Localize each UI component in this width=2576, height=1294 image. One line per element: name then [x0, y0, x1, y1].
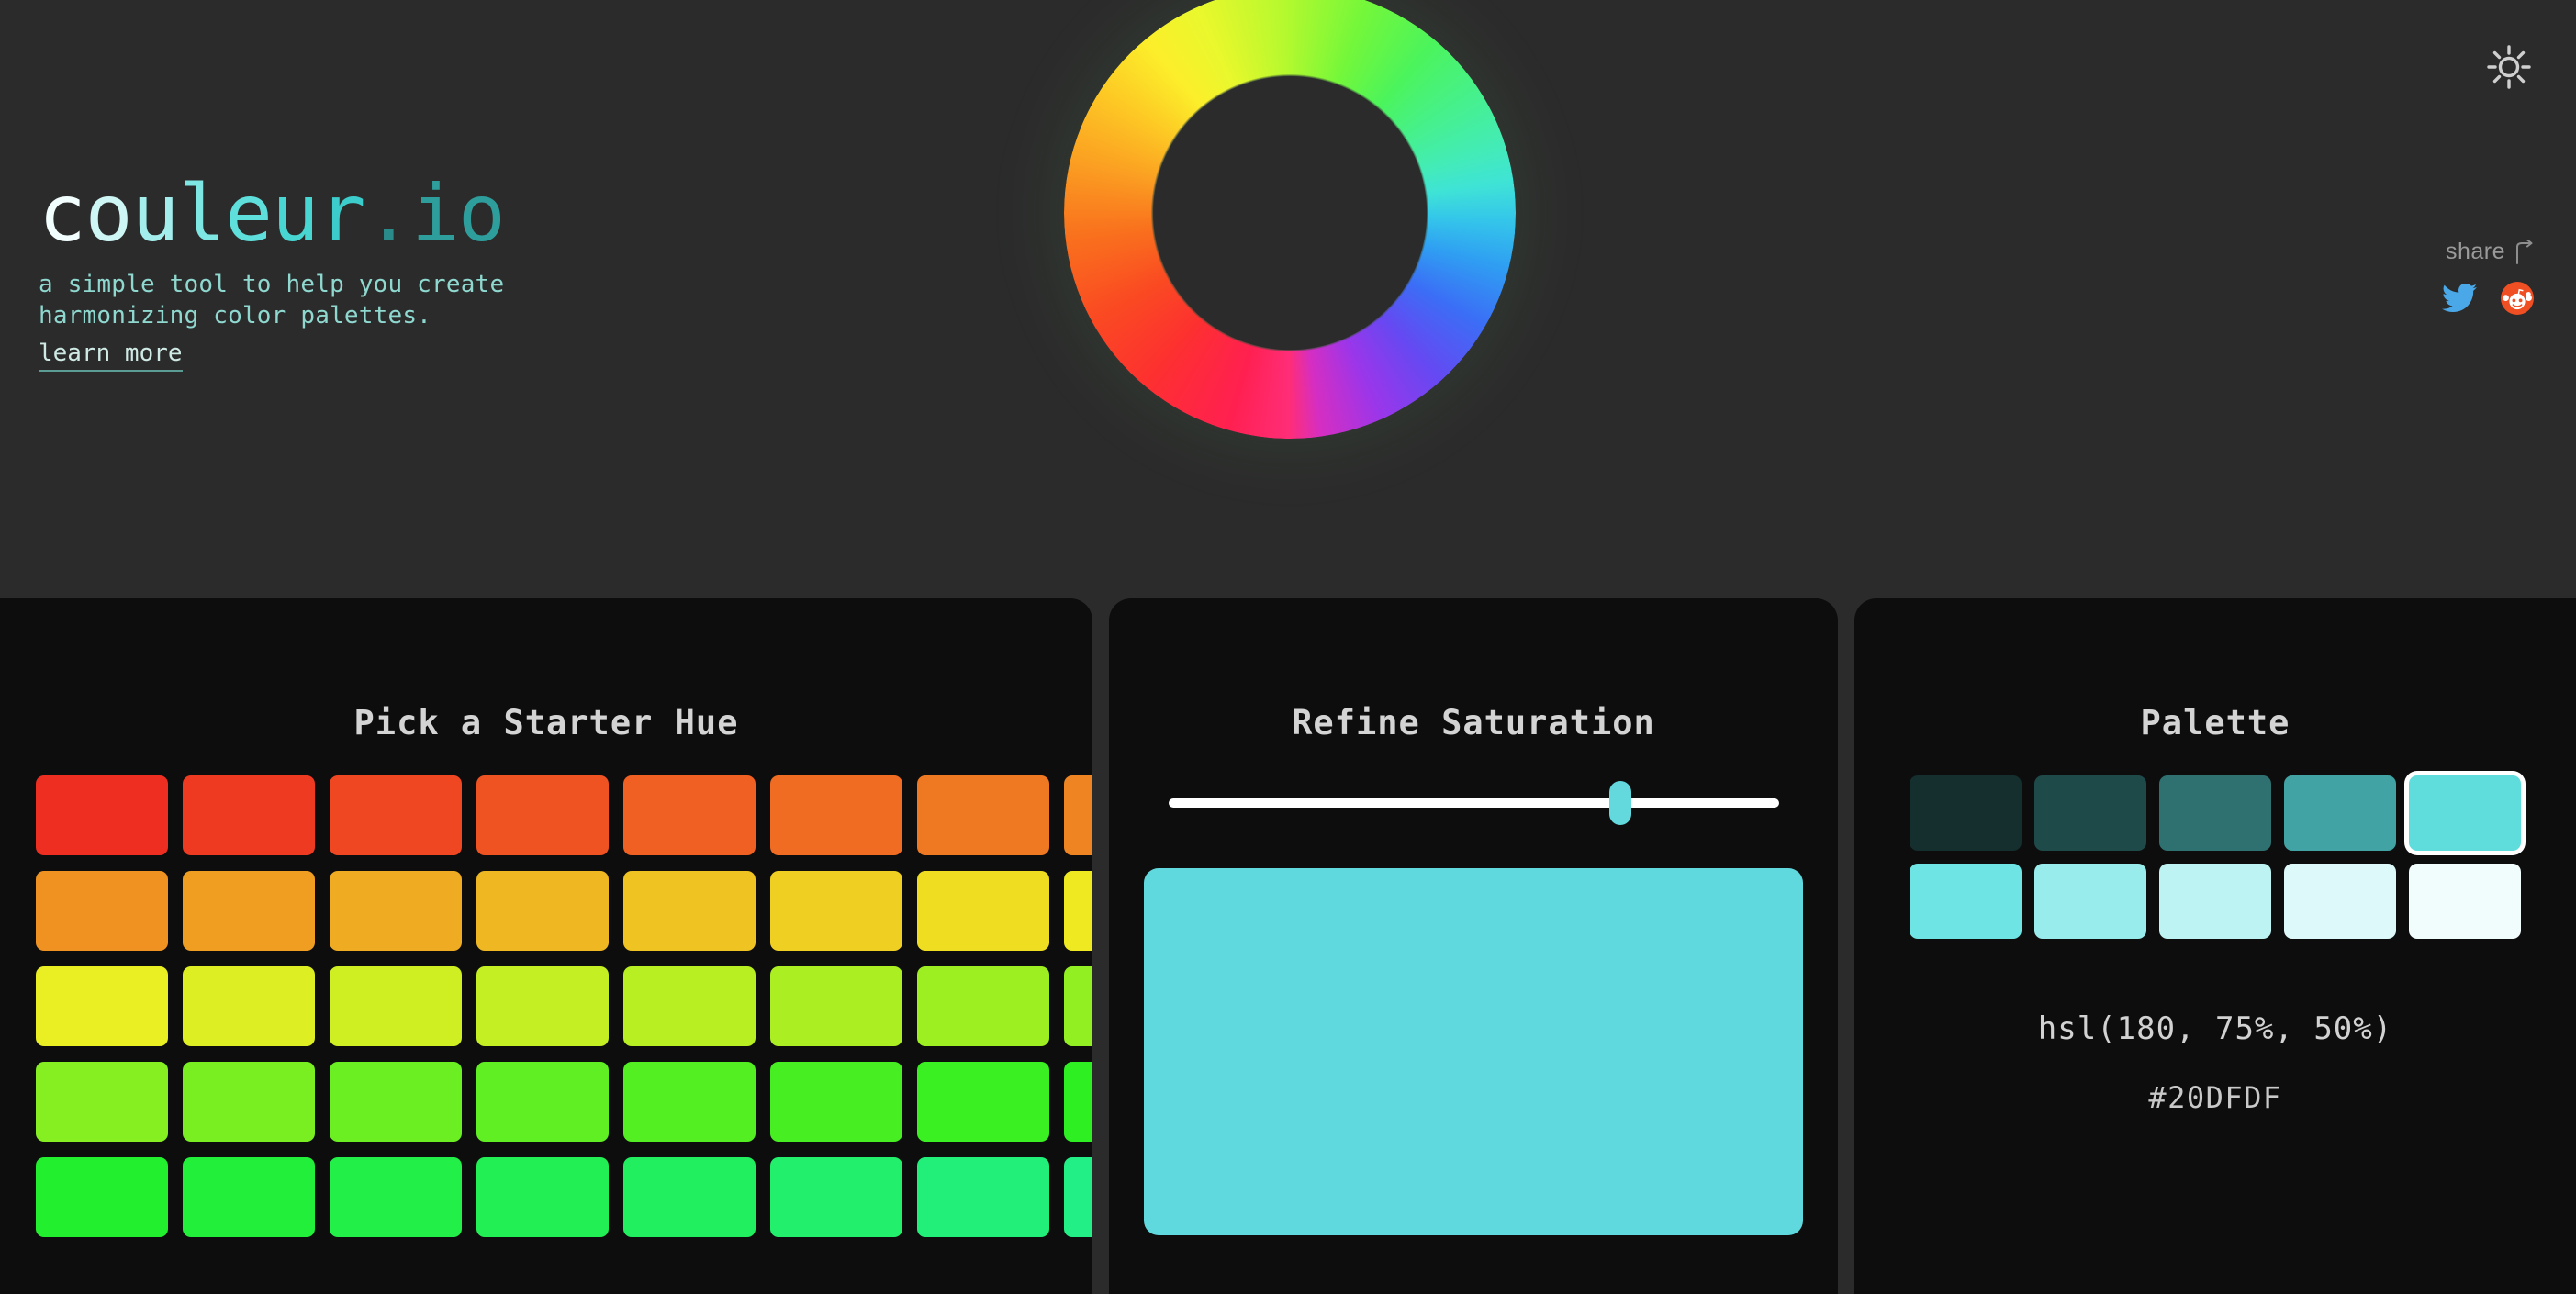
hue-swatch[interactable]: [330, 1157, 462, 1237]
hue-swatch[interactable]: [476, 775, 609, 855]
palette-values: hsl(180, 75%, 50%) #20DFDF: [1854, 1010, 2576, 1115]
hue-swatch[interactable]: [36, 966, 168, 1046]
tagline-line-1: a simple tool to help you create: [39, 271, 505, 298]
panel-palette: Palette hsl(180, 75%, 50%) #20DFDF: [1854, 598, 2576, 1294]
palette-swatch[interactable]: [2284, 864, 2396, 939]
reddit-icon[interactable]: [2501, 282, 2534, 315]
tagline-line-2: harmonizing color palettes.: [39, 302, 432, 330]
panel-refine-saturation: Refine Saturation: [1109, 598, 1838, 1294]
palette-swatch[interactable]: [2034, 864, 2146, 939]
hue-swatch[interactable]: [476, 1157, 609, 1237]
palette-swatch-selected[interactable]: [2409, 775, 2521, 851]
hue-swatch[interactable]: [330, 1062, 462, 1142]
hue-swatch[interactable]: [917, 966, 1049, 1046]
logo-tld: io: [411, 168, 506, 260]
share-label: share: [2445, 239, 2505, 264]
hue-swatch[interactable]: [36, 1062, 168, 1142]
hue-swatch[interactable]: [623, 1062, 756, 1142]
hue-swatch[interactable]: [1064, 1062, 1092, 1142]
hue-swatch[interactable]: [623, 1157, 756, 1237]
hue-swatch[interactable]: [36, 775, 168, 855]
hue-swatch[interactable]: [476, 966, 609, 1046]
panel-pick-starter-hue: Pick a Starter Hue: [0, 598, 1092, 1294]
logo-letter: l: [178, 168, 226, 260]
logo-letter: r: [318, 168, 366, 260]
share-arrow-icon: [2514, 240, 2536, 264]
palette-swatch[interactable]: [2409, 864, 2521, 939]
palette-swatch[interactable]: [2284, 775, 2396, 851]
color-wheel-center: [1153, 76, 1427, 350]
hue-swatch[interactable]: [183, 871, 315, 951]
share-block: share: [2315, 239, 2536, 315]
hue-swatch[interactable]: [476, 1062, 609, 1142]
palette-panel-title: Palette: [2140, 703, 2290, 742]
hue-swatch[interactable]: [770, 775, 902, 855]
hue-swatch[interactable]: [1064, 775, 1092, 855]
hue-swatch[interactable]: [36, 1157, 168, 1237]
hue-swatch-grid[interactable]: [13, 775, 1092, 1237]
hue-swatch[interactable]: [183, 1157, 315, 1237]
logo-letter: c: [39, 168, 86, 260]
sun-icon[interactable]: [2481, 39, 2537, 95]
page-header: couleur.io a simple tool to help you cre…: [0, 0, 2576, 598]
learn-more-link[interactable]: learn more: [39, 340, 183, 372]
panels-container: Pick a Starter Hue Refine Saturation Pal…: [0, 598, 2576, 1294]
palette-swatch[interactable]: [2159, 864, 2271, 939]
hue-swatch[interactable]: [770, 1157, 902, 1237]
hue-swatch[interactable]: [917, 871, 1049, 951]
share-row: share: [2315, 239, 2536, 265]
hue-swatch[interactable]: [183, 1062, 315, 1142]
branding: couleur.io a simple tool to help you cre…: [39, 174, 865, 372]
hue-swatch[interactable]: [330, 775, 462, 855]
saturation-slider-thumb[interactable]: [1608, 781, 1631, 825]
hue-swatch[interactable]: [1064, 871, 1092, 951]
hue-swatch[interactable]: [917, 1157, 1049, 1237]
hue-swatch[interactable]: [623, 871, 756, 951]
hue-swatch[interactable]: [917, 775, 1049, 855]
palette-hsl-value[interactable]: hsl(180, 75%, 50%): [1854, 1010, 2576, 1047]
twitter-icon[interactable]: [2442, 283, 2477, 313]
palette-swatch[interactable]: [1910, 864, 2022, 939]
hue-swatch[interactable]: [623, 966, 756, 1046]
palette-swatch[interactable]: [2159, 775, 2271, 851]
saturation-slider[interactable]: [1168, 781, 1779, 825]
palette-hex-value[interactable]: #20DFDF: [1854, 1080, 2576, 1115]
palette-swatch[interactable]: [1910, 775, 2022, 851]
logo-dot: .: [364, 168, 412, 260]
hue-swatch[interactable]: [183, 966, 315, 1046]
app-root: couleur.io a simple tool to help you cre…: [0, 0, 2576, 1294]
hue-swatch[interactable]: [330, 966, 462, 1046]
saturation-preview-swatch[interactable]: [1144, 868, 1803, 1235]
color-wheel-icon[interactable]: [1020, 0, 1560, 483]
logo-letter: u: [131, 168, 180, 260]
hue-swatch[interactable]: [770, 871, 902, 951]
hue-swatch[interactable]: [770, 966, 902, 1046]
hue-swatch[interactable]: [770, 1062, 902, 1142]
hue-panel-title: Pick a Starter Hue: [353, 703, 739, 742]
hue-swatch[interactable]: [476, 871, 609, 951]
logo-letter: u: [271, 168, 319, 260]
palette-swatch[interactable]: [2034, 775, 2146, 851]
social-links: [2315, 282, 2536, 315]
palette-swatch-grid[interactable]: [1910, 775, 2521, 939]
saturation-panel-title: Refine Saturation: [1292, 703, 1655, 742]
saturation-slider-track[interactable]: [1168, 798, 1779, 808]
tagline: a simple tool to help you create harmoni…: [39, 269, 865, 332]
page-title: couleur.io: [39, 174, 865, 253]
logo-letter: o: [84, 168, 133, 260]
hue-swatch[interactable]: [917, 1062, 1049, 1142]
hue-swatch[interactable]: [36, 871, 168, 951]
hue-swatch[interactable]: [623, 775, 756, 855]
hue-swatch[interactable]: [183, 775, 315, 855]
hue-swatch[interactable]: [1064, 1157, 1092, 1237]
hue-swatch[interactable]: [1064, 966, 1092, 1046]
hue-swatch[interactable]: [330, 871, 462, 951]
logo-letter: e: [225, 168, 273, 260]
